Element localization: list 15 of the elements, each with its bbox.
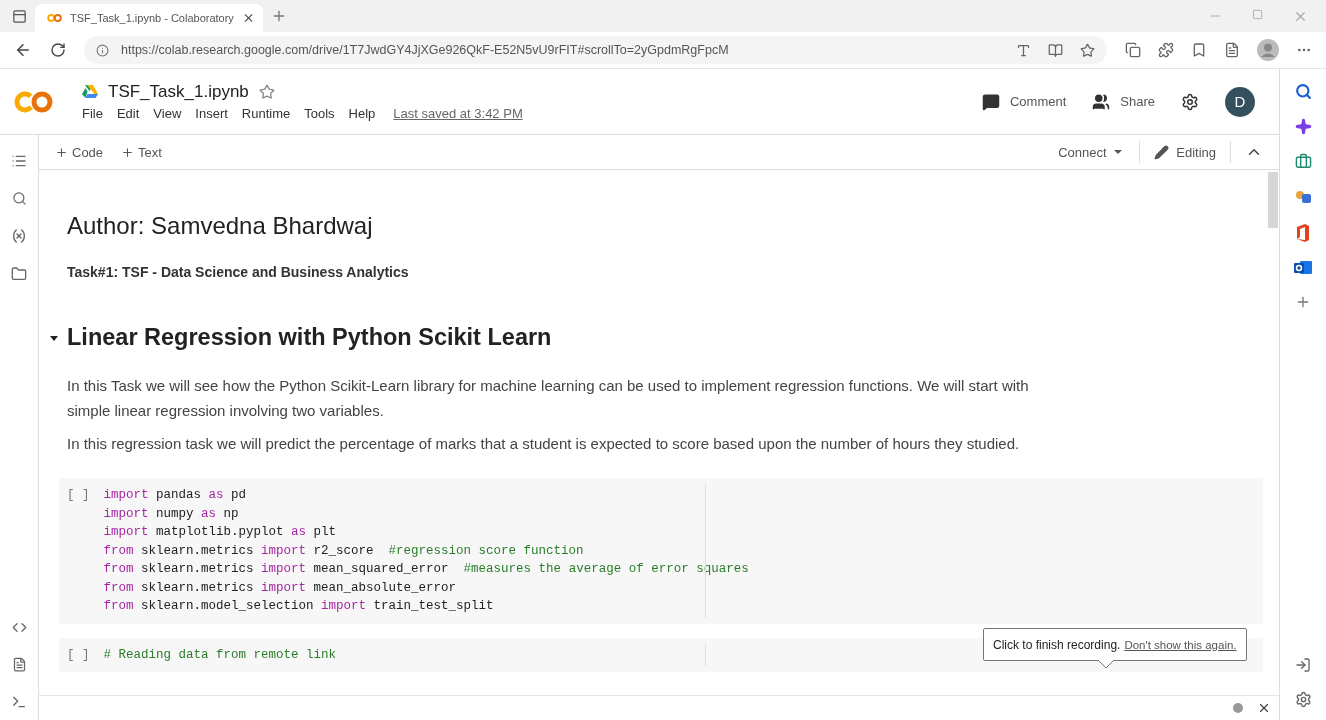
- code-line: from sklearn.metrics import mean_absolute_error: [103, 579, 458, 597]
- task-title: Task#1: TSF - Data Science and Business Analytics: [67, 264, 410, 280]
- code-line: from sklearn.metrics import r2_score #regression score function: [103, 542, 585, 560]
- code-line: from sklearn.metrics import mean_squared_error #measures the average of error squares: [103, 561, 749, 578]
- code-line: import matplotlib.pyplot as plt: [103, 524, 338, 541]
- code-line: import numpy as np: [103, 505, 240, 523]
- tooltip-text: Click to finish recording.: [993, 637, 1121, 652]
- heading: Author: Samvedna Bhardwaj: [67, 212, 374, 240]
- section-heading: Linear Regression with Python Scikit Learn: [67, 324, 552, 351]
- paragraph: In this Task we will see how the Python Scikit-Learn library for machine learning can be used to implement regression functions. We will start with simple linear regression involving two variables.: [67, 376, 1030, 421]
- code-line: from sklearn.model_selection import train_test_split: [103, 598, 495, 615]
- code-line: import pandas as pd: [103, 487, 248, 504]
- code-line: # Reading data from remote link: [103, 646, 337, 664]
- paragraph: In this regression task we will predict the percentage of marks that a student is expected to score based upon the number of hours they studied.: [67, 434, 1021, 454]
- tab-title: TSF_Task_1.ipynb - Colaboratory: [70, 12, 234, 24]
